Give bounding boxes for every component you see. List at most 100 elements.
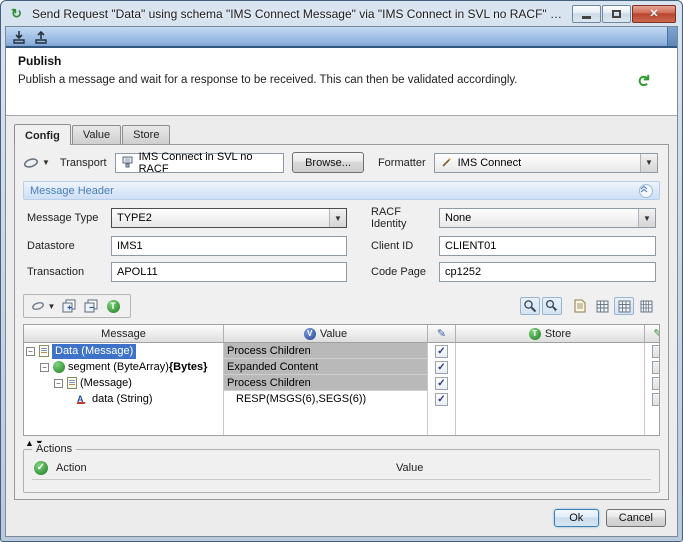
grid-wide-view-button[interactable] (636, 297, 656, 315)
tree-collapse-toggle[interactable]: − (26, 346, 35, 356)
zoom-select-toggle[interactable] (542, 297, 562, 315)
code-page-label: Code Page (371, 266, 427, 278)
store-cell[interactable] (456, 359, 645, 375)
client-id-field[interactable] (439, 236, 656, 256)
document-icon (574, 299, 586, 313)
racf-identity-select[interactable]: None ▼ (439, 208, 656, 228)
title-bar[interactable]: ↻ Send Request "Data" using schema "IMS … (5, 1, 678, 26)
formatter-select[interactable]: IMS Connect ▼ (433, 152, 658, 173)
validate-checkbox[interactable]: ✓ (435, 376, 448, 390)
client-id-label: Client ID (371, 240, 414, 252)
export-button[interactable] (34, 30, 48, 44)
grid-icon (596, 300, 608, 312)
column-header-store[interactable]: T Store (456, 325, 645, 343)
top-toolbar (6, 27, 677, 48)
document-view-button[interactable] (570, 297, 590, 315)
app-icon: ↻ (11, 5, 22, 21)
transport-row: ▼ Transport IMS Connect in SVL no RACF B… (15, 145, 668, 179)
page-title: Publish (18, 54, 62, 68)
store-cell[interactable] (456, 375, 645, 391)
transport-value: IMS Connect in SVL no RACF (138, 150, 253, 175)
column-header-validate-flag[interactable]: ✎ (428, 325, 456, 343)
tree-node-label: data (String) (92, 393, 153, 405)
tab-bar: Config Value Store (6, 116, 677, 145)
store-cell[interactable] (456, 343, 645, 359)
table-row[interactable]: A data (String) RESP(MSGS(6),SEGS(6)) ✓ (24, 391, 659, 407)
formatter-wand-icon (440, 156, 453, 169)
actions-legend: Actions (32, 443, 77, 455)
zoom-view-toggle[interactable] (520, 297, 540, 315)
maximize-button[interactable] (602, 4, 631, 23)
link-transport-menu-button[interactable]: ▼ (23, 157, 50, 169)
grid-normal-view-button[interactable] (614, 297, 634, 315)
transport-label: Transport (59, 156, 107, 169)
actions-column-action[interactable]: Action (56, 462, 396, 474)
value-cell[interactable]: RESP(MSGS(6),SEGS(6)) (224, 391, 428, 407)
expand-all-button[interactable] (59, 297, 79, 315)
cancel-button[interactable]: Cancel (605, 509, 666, 527)
message-type-label: Message Type (27, 212, 99, 224)
store-checkbox[interactable] (651, 360, 659, 374)
message-toolbar: ▼ T (15, 290, 668, 322)
value-cell[interactable]: Process Children (224, 343, 428, 359)
table-row[interactable]: − Data (Message) Process Children ✓ (24, 343, 659, 359)
store-cell[interactable] (456, 391, 645, 407)
maximize-icon (612, 9, 621, 18)
store-column-icon: T (528, 327, 541, 340)
grid-compact-view-button[interactable] (592, 297, 612, 315)
validate-checkbox[interactable]: ✓ (435, 360, 448, 374)
column-header-store-flag[interactable]: ✎ (645, 325, 659, 343)
section-title: Message Header (30, 184, 114, 197)
tree-collapse-toggle[interactable]: − (40, 362, 49, 372)
transaction-field[interactable] (111, 262, 347, 282)
tag-button[interactable]: T (103, 297, 123, 315)
actions-header-row: ✓ Action Value (32, 458, 651, 480)
message-tree-table: Message V Value ✎ T Store ✎ (23, 324, 660, 436)
message-type-select[interactable]: TYPE2 ▼ (111, 208, 347, 228)
store-checkbox[interactable] (651, 376, 659, 390)
tab-value[interactable]: Value (71, 125, 122, 144)
formatter-value: IMS Connect (457, 156, 522, 169)
refresh-icon[interactable]: ↻ (633, 74, 651, 92)
row-reorder-controls: ▲▼ (15, 436, 668, 449)
validate-checkbox[interactable]: ✓ (435, 344, 448, 358)
message-header-section-bar[interactable]: Message Header (23, 181, 660, 200)
string-node-icon: A (77, 393, 89, 405)
transaction-label: Transaction (27, 266, 85, 278)
link-field-menu-button[interactable]: ▼ (29, 297, 57, 315)
minimize-button[interactable] (572, 4, 601, 23)
table-row[interactable]: − (Message) Process Children ✓ (24, 375, 659, 391)
collapse-section-button[interactable] (639, 183, 653, 198)
dialog-window: ↻ Send Request "Data" using schema "IMS … (0, 0, 683, 542)
store-checkbox[interactable] (651, 344, 659, 358)
actions-panel: Actions ✓ Action Value (23, 443, 660, 493)
tree-node-label: segment (ByteArray) (68, 361, 169, 373)
transport-field[interactable]: IMS Connect in SVL no RACF (114, 150, 285, 175)
column-header-value[interactable]: V Value (224, 325, 428, 343)
store-checkbox[interactable] (651, 392, 659, 406)
window-title: Send Request "Data" using schema "IMS Co… (32, 6, 565, 21)
column-header-message[interactable]: Message (24, 325, 224, 343)
value-cell[interactable]: Process Children (224, 375, 428, 391)
datastore-field[interactable] (111, 236, 347, 256)
magnifier-icon (524, 300, 537, 313)
chevron-up-icon (640, 185, 648, 192)
table-header-row: Message V Value ✎ T Store ✎ (24, 325, 659, 343)
browse-button[interactable]: Browse... (292, 152, 364, 173)
code-page-field[interactable] (439, 262, 656, 282)
validate-checkbox[interactable]: ✓ (435, 392, 448, 406)
edit-pen-icon: ✎ (436, 327, 447, 340)
message-node-icon (67, 377, 77, 389)
tab-store[interactable]: Store (122, 125, 171, 144)
tree-node-label-suffix: {Bytes} (168, 361, 208, 373)
table-row[interactable]: − segment (ByteArray) {Bytes} Expanded C… (24, 359, 659, 375)
import-button[interactable] (12, 30, 26, 44)
tree-collapse-toggle[interactable]: − (54, 378, 63, 388)
ok-button[interactable]: Ok (553, 509, 599, 527)
tab-config[interactable]: Config (14, 124, 71, 145)
close-button[interactable]: ✕ (632, 4, 676, 23)
value-cell[interactable]: Expanded Content (224, 359, 428, 375)
collapse-all-button[interactable] (81, 297, 101, 315)
message-node-icon (39, 345, 49, 357)
actions-column-value[interactable]: Value (396, 462, 423, 474)
